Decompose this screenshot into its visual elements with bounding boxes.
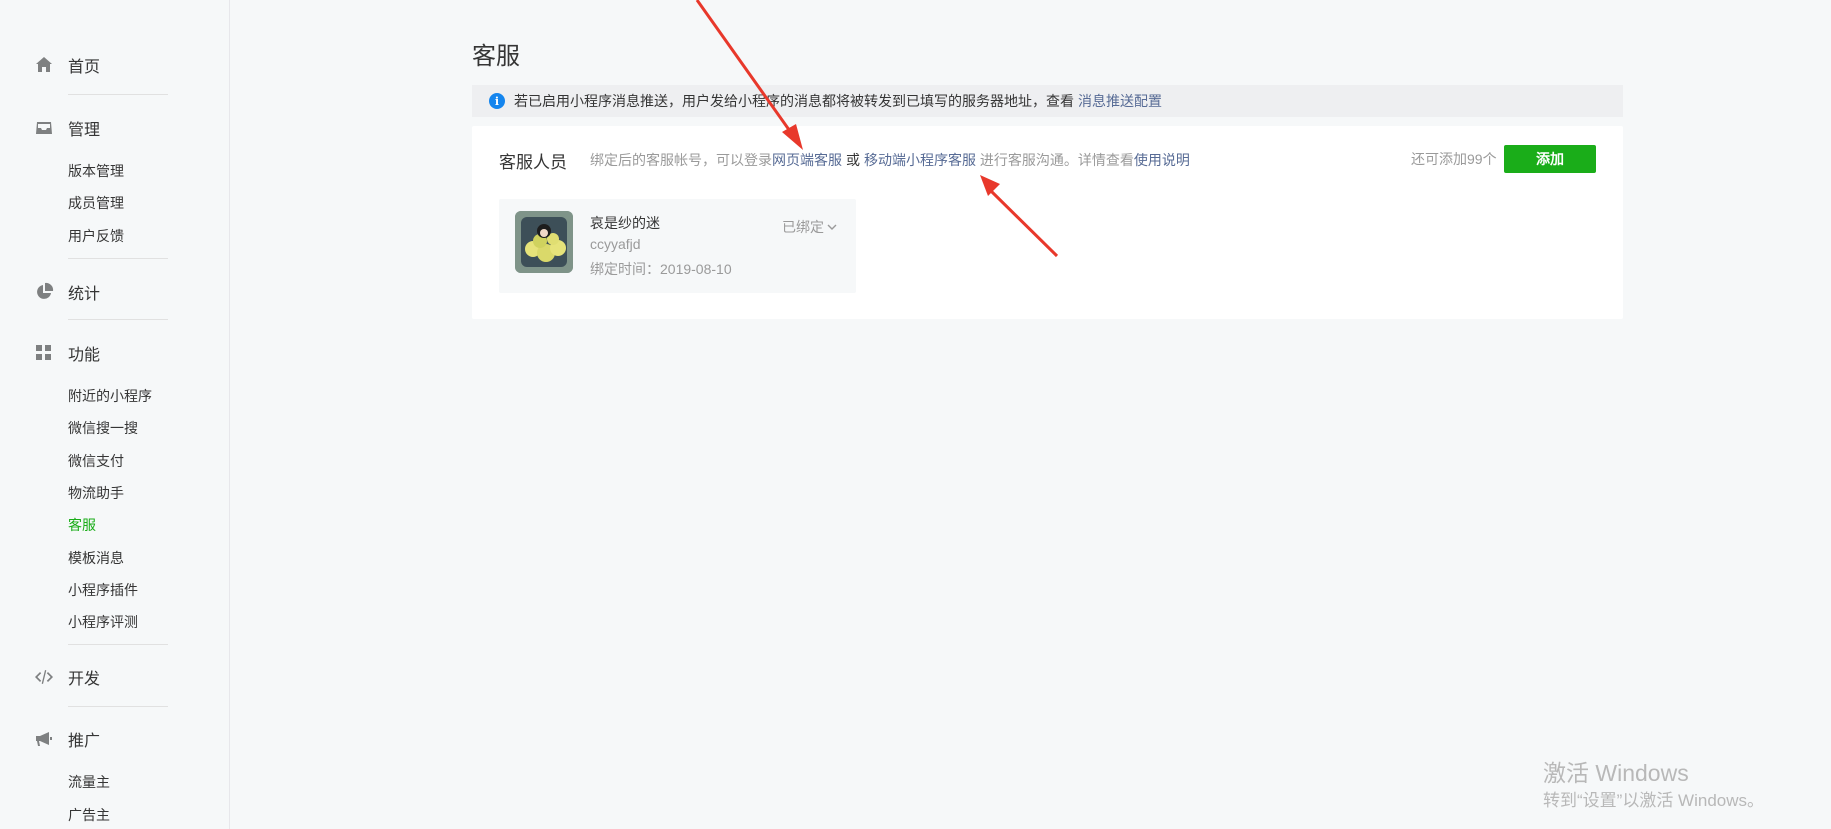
sidebar-item-customer-service[interactable]: 客服 — [68, 515, 96, 535]
divider — [68, 258, 168, 259]
bind-status-dropdown[interactable]: 已绑定 — [782, 217, 837, 237]
help-link[interactable]: 使用说明 — [1134, 152, 1190, 168]
chevron-down-icon — [827, 224, 837, 230]
sidebar: 首页 管理 版本管理 成员管理 用户反馈 统计 功能 附近的小程序 微信搜一搜 … — [0, 0, 230, 829]
agent-name: 哀是纱的迷 — [590, 215, 660, 231]
agent-account: ccyyafjd — [590, 236, 641, 252]
nav-stats[interactable]: 统计 — [34, 280, 100, 304]
agent-card: 哀是纱的迷 ccyyafjd 绑定时间：2019-08-10 已绑定 — [499, 199, 856, 293]
nav-home[interactable]: 首页 — [34, 53, 100, 77]
desc-middle: 进行客服沟通。详情查看 — [979, 152, 1134, 168]
service-card: 客服人员 绑定后的客服帐号，可以登录网页端客服或移动端小程序客服 进行客服沟通。… — [472, 126, 1623, 319]
divider — [68, 319, 168, 320]
nav-develop[interactable]: 开发 — [34, 665, 100, 689]
desc-or: 或 — [846, 152, 860, 168]
windows-watermark-subtitle: 转到“设置”以激活 Windows。 — [1543, 791, 1765, 810]
megaphone-icon — [34, 729, 54, 749]
sidebar-item-review[interactable]: 小程序评测 — [68, 612, 138, 632]
sidebar-item-version[interactable]: 版本管理 — [68, 161, 124, 181]
home-icon — [34, 55, 54, 75]
sidebar-item-pay[interactable]: 微信支付 — [68, 451, 124, 471]
sidebar-item-search[interactable]: 微信搜一搜 — [68, 418, 138, 438]
mobile-service-link[interactable]: 移动端小程序客服 — [864, 152, 976, 168]
nav-promote-label: 推广 — [68, 733, 101, 750]
agent-bind-time: 绑定时间：2019-08-10 — [590, 261, 732, 277]
page-title: 客服 — [472, 43, 520, 70]
sidebar-item-feedback[interactable]: 用户反馈 — [68, 226, 124, 246]
remaining-count: 还可添加99个 — [1411, 151, 1497, 167]
web-service-link[interactable]: 网页端客服 — [772, 152, 842, 168]
nav-features[interactable]: 功能 — [34, 341, 100, 365]
notice-text: 若已启用小程序消息推送，用户发给小程序的消息都将被转发到已填写的服务器地址，查看 — [514, 93, 1074, 109]
avatar — [515, 211, 573, 273]
card-title: 客服人员 — [499, 153, 567, 172]
sidebar-item-nearby[interactable]: 附近的小程序 — [68, 386, 152, 406]
code-icon — [34, 667, 54, 687]
info-icon: i — [489, 93, 505, 109]
divider — [68, 706, 168, 707]
nav-home-label: 首页 — [68, 59, 101, 76]
sidebar-item-plugins[interactable]: 小程序插件 — [68, 580, 138, 600]
bind-status-label: 已绑定 — [782, 219, 824, 235]
sidebar-item-traffic[interactable]: 流量主 — [68, 772, 110, 792]
sidebar-item-advertiser[interactable]: 广告主 — [68, 805, 110, 825]
nav-features-label: 功能 — [68, 347, 101, 364]
divider — [68, 94, 168, 95]
push-config-link[interactable]: 消息推送配置 — [1078, 91, 1162, 111]
nav-manage[interactable]: 管理 — [34, 116, 100, 140]
inbox-icon — [34, 118, 54, 138]
annotation-arrows — [695, 0, 1059, 258]
notice-bar: i 若已启用小程序消息推送，用户发给小程序的消息都将被转发到已填写的服务器地址，… — [472, 85, 1623, 117]
nav-develop-label: 开发 — [68, 671, 101, 688]
pie-chart-icon — [34, 282, 54, 302]
desc-prefix: 绑定后的客服帐号，可以登录 — [590, 152, 772, 168]
nav-promote[interactable]: 推广 — [34, 727, 100, 751]
windows-watermark-title: 激活 Windows — [1543, 760, 1689, 786]
sidebar-item-members[interactable]: 成员管理 — [68, 193, 124, 213]
grid-icon — [34, 343, 54, 363]
nav-stats-label: 统计 — [68, 286, 101, 303]
divider — [68, 644, 168, 645]
sidebar-item-logistics[interactable]: 物流助手 — [68, 483, 124, 503]
sidebar-item-template-msg[interactable]: 模板消息 — [68, 548, 124, 568]
add-button[interactable]: 添加 — [1504, 145, 1596, 173]
nav-manage-label: 管理 — [68, 122, 101, 139]
card-description: 绑定后的客服帐号，可以登录网页端客服或移动端小程序客服 进行客服沟通。详情查看使… — [590, 150, 1190, 170]
